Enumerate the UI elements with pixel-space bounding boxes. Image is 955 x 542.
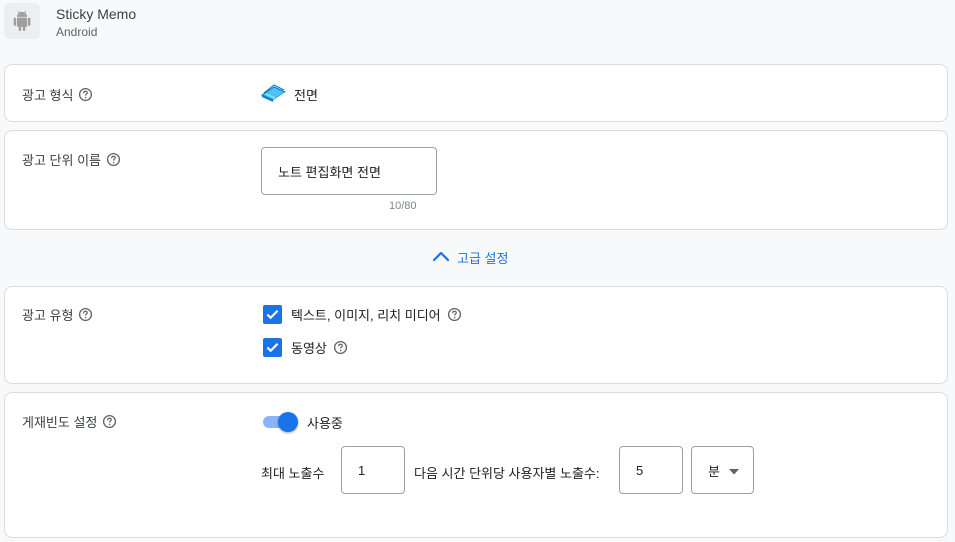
chevron-up-icon	[432, 250, 450, 265]
advanced-settings-toggle[interactable]: 고급 설정	[432, 248, 508, 267]
char-count: 10/80	[389, 200, 417, 212]
max-impressions-input[interactable]	[341, 446, 405, 494]
checkbox-checked[interactable]	[263, 338, 282, 357]
help-icon[interactable]	[333, 340, 348, 355]
frequency-card: 게재빈도 설정 사용중 최대 노출수 다음 시간 단위당 사용자별 노출수: 분	[4, 392, 948, 538]
ad-format-label-row: 광고 형식	[22, 85, 93, 104]
ad-type-option-video[interactable]: 동영상	[263, 338, 348, 357]
app-platform: Android	[56, 25, 98, 39]
dropdown-arrow-icon	[729, 463, 739, 478]
help-icon[interactable]	[78, 87, 93, 102]
frequency-label: 게재빈도 설정	[22, 415, 98, 430]
ad-type-label: 광고 유형	[22, 308, 74, 323]
frequency-toggle-row: 사용중	[261, 411, 343, 433]
ad-format-text: 전면	[294, 88, 318, 103]
per-time-label: 다음 시간 단위당 사용자별 노출수:	[414, 466, 600, 481]
help-icon[interactable]	[78, 307, 93, 322]
time-unit-select[interactable]: 분	[691, 446, 754, 494]
option-label: 동영상	[291, 341, 327, 356]
ad-unit-name-card: 광고 단위 이름 10/80	[4, 130, 948, 230]
ad-type-card: 광고 유형 텍스트, 이미지, 리치 미디어 동영상	[4, 286, 948, 384]
ad-format-value: 전면	[260, 83, 318, 106]
ad-unit-name-label: 광고 단위 이름	[22, 153, 101, 168]
book-stack-icon	[260, 83, 287, 106]
app-header: Sticky Memo Android	[0, 0, 955, 52]
android-icon	[4, 3, 40, 39]
ad-unit-name-label-row: 광고 단위 이름	[22, 150, 121, 169]
max-impressions-label: 최대 노출수	[261, 466, 325, 481]
frequency-label-row: 게재빈도 설정	[22, 412, 117, 431]
ad-unit-name-input[interactable]	[261, 147, 437, 195]
ad-format-label: 광고 형식	[22, 88, 74, 103]
option-label: 텍스트, 이미지, 리치 미디어	[291, 308, 441, 323]
ad-type-label-row: 광고 유형	[22, 305, 93, 324]
help-icon[interactable]	[102, 414, 117, 429]
frequency-toggle[interactable]	[261, 411, 299, 433]
time-unit-value: 분	[708, 463, 720, 479]
ad-format-card: 광고 형식 전면	[4, 64, 948, 122]
app-name: Sticky Memo	[56, 6, 137, 22]
toggle-label: 사용중	[307, 415, 343, 431]
time-value-input[interactable]	[619, 446, 683, 494]
ad-type-option-rich-media[interactable]: 텍스트, 이미지, 리치 미디어	[263, 305, 462, 324]
help-icon[interactable]	[106, 152, 121, 167]
advanced-settings-label: 고급 설정	[457, 251, 509, 266]
toggle-thumb	[278, 412, 298, 432]
help-icon[interactable]	[447, 307, 462, 322]
checkbox-checked[interactable]	[263, 305, 282, 324]
